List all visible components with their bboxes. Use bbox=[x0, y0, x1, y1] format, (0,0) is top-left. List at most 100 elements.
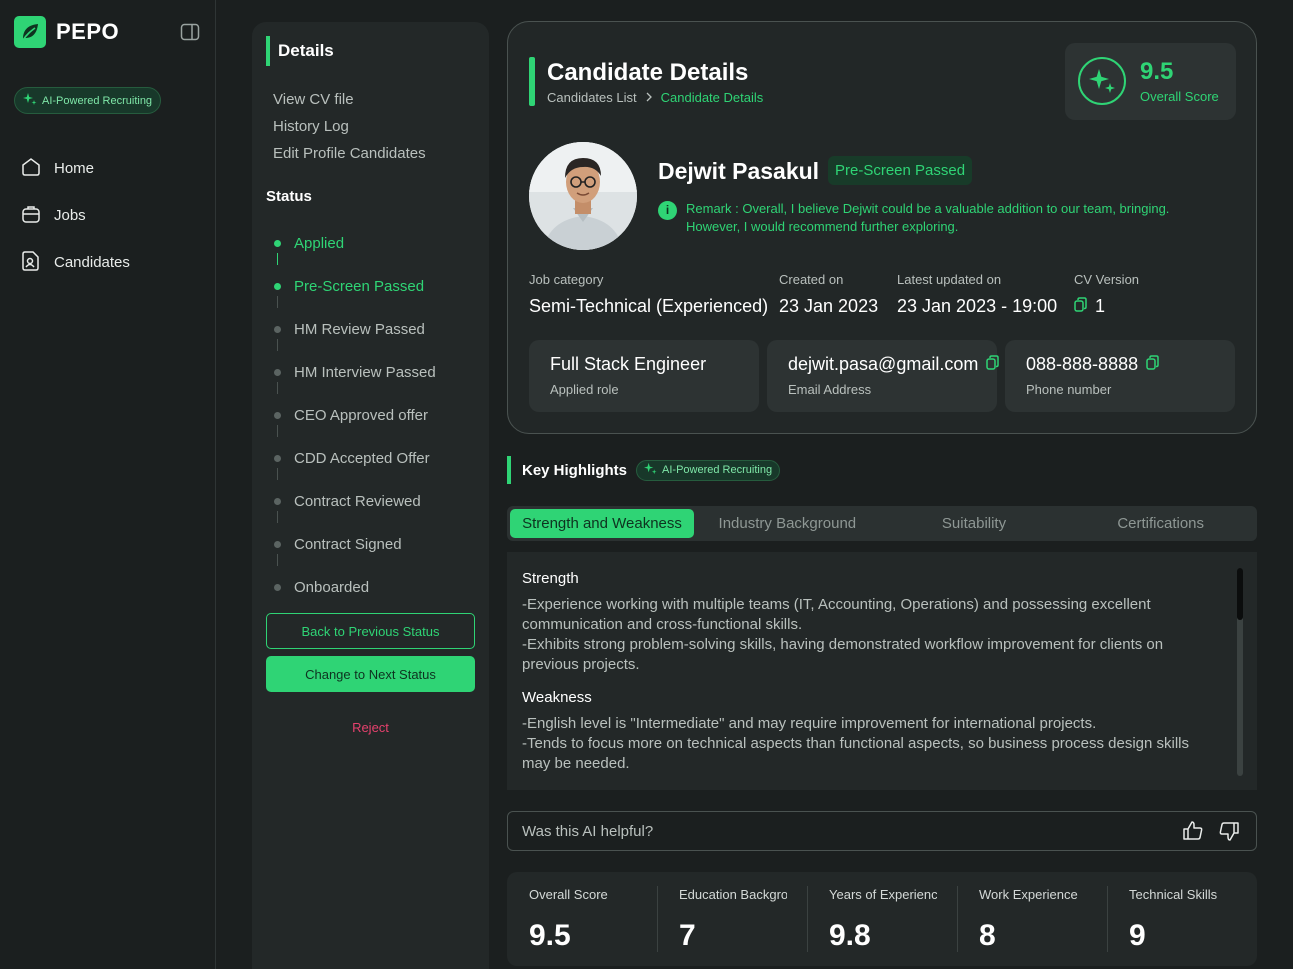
chevron-right-icon bbox=[645, 90, 653, 105]
latest-updated-label: Latest updated on bbox=[897, 272, 1002, 287]
step-connector bbox=[277, 296, 278, 308]
overall-score-box: 9.5 Overall Score bbox=[1065, 43, 1236, 120]
score-technical-skills: Technical Skills 9 bbox=[1107, 872, 1257, 966]
created-on: Created on 23 Jan 2023 bbox=[779, 272, 878, 317]
created-on-value: 23 Jan 2023 bbox=[779, 296, 879, 316]
scrollbar-thumb[interactable] bbox=[1237, 568, 1243, 620]
step-dot bbox=[274, 541, 281, 548]
applied-role-label: Applied role bbox=[550, 382, 619, 397]
app-name: PEPO bbox=[56, 19, 120, 44]
home-icon bbox=[20, 156, 42, 182]
edit-profile-link[interactable]: Edit Profile Candidates bbox=[273, 140, 426, 167]
reject-button[interactable]: Reject bbox=[266, 720, 475, 735]
score-label: Technical Skills bbox=[1129, 887, 1218, 902]
sparkle-icon bbox=[1078, 57, 1126, 105]
back-to-previous-status-button[interactable]: Back to Previous Status bbox=[266, 613, 475, 649]
score-label: Years of Experience bbox=[829, 887, 937, 902]
status-badge: Pre-Screen Passed bbox=[828, 156, 973, 185]
job-category: Job category Semi-Technical (Experienced… bbox=[529, 272, 768, 317]
step-connector bbox=[277, 468, 278, 480]
email-label: Email Address bbox=[788, 382, 872, 397]
remark-text: Remark : Overall, I believe Dejwit could… bbox=[686, 201, 1170, 234]
score-education: Education Background 7 bbox=[657, 872, 807, 966]
title-accent-bar bbox=[529, 57, 535, 106]
tab-strength-weakness[interactable]: Strength and Weakness bbox=[510, 509, 694, 538]
score-work-experience: Work Experience 8 bbox=[957, 872, 1107, 966]
email-row: dejwit.pasa@gmail.com bbox=[788, 354, 1000, 375]
score-years-experience: Years of Experience 9.8 bbox=[807, 872, 957, 966]
score-label: Education Background bbox=[679, 887, 787, 902]
status-step-onboarded: Onboarded bbox=[274, 566, 436, 609]
ai-badge-label: AI-Powered Recruiting bbox=[662, 464, 773, 476]
overall-score-label: Overall Score bbox=[1140, 89, 1219, 104]
ai-badge-label: AI-Powered Recruiting bbox=[42, 94, 153, 107]
phone-row: 088-888-8888 bbox=[1026, 354, 1214, 375]
step-label: HM Review Passed bbox=[294, 321, 425, 338]
status-heading: Status bbox=[266, 188, 312, 205]
copy-icon[interactable] bbox=[1074, 296, 1087, 317]
cv-version: CV Version 1 bbox=[1074, 272, 1139, 317]
nav-item-label: Candidates bbox=[54, 254, 130, 271]
nav-item-jobs[interactable]: Jobs bbox=[20, 192, 130, 239]
tab-certifications[interactable]: Certifications bbox=[1067, 509, 1254, 538]
step-dot bbox=[274, 283, 281, 290]
view-cv-link[interactable]: View CV file bbox=[273, 86, 426, 113]
remark: i Remark : Overall, I believe Dejwit cou… bbox=[658, 200, 1218, 236]
applied-role-value: Full Stack Engineer bbox=[550, 354, 707, 374]
status-step-contract-signed: Contract Signed bbox=[274, 523, 436, 566]
details-heading: Details bbox=[266, 36, 334, 66]
step-dot bbox=[274, 369, 281, 376]
phone-tile: 088-888-8888 Phone number bbox=[1005, 340, 1235, 412]
breadcrumb-candidates-list[interactable]: Candidates List bbox=[547, 90, 637, 105]
step-dot bbox=[274, 584, 281, 591]
copy-phone-icon[interactable] bbox=[1146, 354, 1159, 375]
weakness-text: -English level is "Intermediate" and may… bbox=[522, 715, 1190, 772]
score-value: 7 bbox=[679, 919, 696, 952]
latest-updated: Latest updated on 23 Jan 2023 - 19:00 bbox=[897, 272, 1057, 317]
step-dot bbox=[274, 498, 281, 505]
status-step-pre-screen: Pre-Screen Passed bbox=[274, 265, 436, 308]
step-connector bbox=[277, 382, 278, 394]
copy-email-icon[interactable] bbox=[986, 354, 1000, 375]
nav-item-label: Jobs bbox=[54, 207, 86, 224]
step-connector bbox=[277, 554, 278, 566]
sparkle-icon bbox=[23, 92, 37, 109]
ai-powered-badge: AI-Powered Recruiting bbox=[14, 87, 162, 114]
created-on-label: Created on bbox=[779, 272, 844, 287]
score-value: 9 bbox=[1129, 919, 1146, 952]
change-to-next-status-button[interactable]: Change to Next Status bbox=[266, 656, 475, 692]
status-step-contract-reviewed: Contract Reviewed bbox=[274, 480, 436, 523]
step-label: Contract Signed bbox=[294, 536, 402, 553]
history-log-link[interactable]: History Log bbox=[273, 113, 426, 140]
tab-suitability[interactable]: Suitability bbox=[881, 509, 1068, 538]
cv-version-value: 1 bbox=[1095, 296, 1106, 316]
phone-label: Phone number bbox=[1026, 382, 1112, 397]
app-logo[interactable]: PEPO bbox=[14, 16, 119, 48]
sparkle-icon bbox=[644, 462, 657, 478]
sidebar-collapse-icon[interactable] bbox=[180, 22, 200, 42]
score-value: 8 bbox=[979, 919, 996, 952]
breadcrumb-current: Candidate Details bbox=[660, 90, 764, 105]
tab-industry-background[interactable]: Industry Background bbox=[694, 509, 881, 538]
highlights-tabs: Strength and Weakness Industry Backgroun… bbox=[507, 506, 1257, 541]
overall-score-value: 9.5 bbox=[1140, 58, 1174, 85]
thumbs-down-icon[interactable] bbox=[1216, 818, 1242, 844]
scrollbar[interactable] bbox=[1237, 568, 1243, 776]
nav-item-candidates[interactable]: Candidates bbox=[20, 239, 130, 286]
nav-item-home[interactable]: Home bbox=[20, 145, 130, 192]
cv-version-label: CV Version bbox=[1074, 272, 1140, 287]
candidate-card: Candidate Details Candidates List Candid… bbox=[507, 21, 1257, 434]
step-connector bbox=[277, 339, 278, 351]
main-nav: Home Jobs Candidates bbox=[20, 145, 130, 286]
score-overall: Overall Score 9.5 bbox=[507, 872, 657, 966]
leaf-logo-icon bbox=[14, 16, 46, 48]
thumbs-up-icon[interactable] bbox=[1180, 818, 1206, 844]
step-label: Contract Reviewed bbox=[294, 493, 421, 510]
phone-value: 088-888-8888 bbox=[1026, 354, 1139, 374]
score-label: Overall Score bbox=[529, 887, 608, 902]
step-dot bbox=[274, 455, 281, 462]
step-label: Onboarded bbox=[294, 579, 370, 596]
step-label: Pre-Screen Passed bbox=[294, 278, 425, 295]
nav-item-label: Home bbox=[54, 160, 95, 177]
status-step-cdd-accepted: CDD Accepted Offer bbox=[274, 437, 436, 480]
